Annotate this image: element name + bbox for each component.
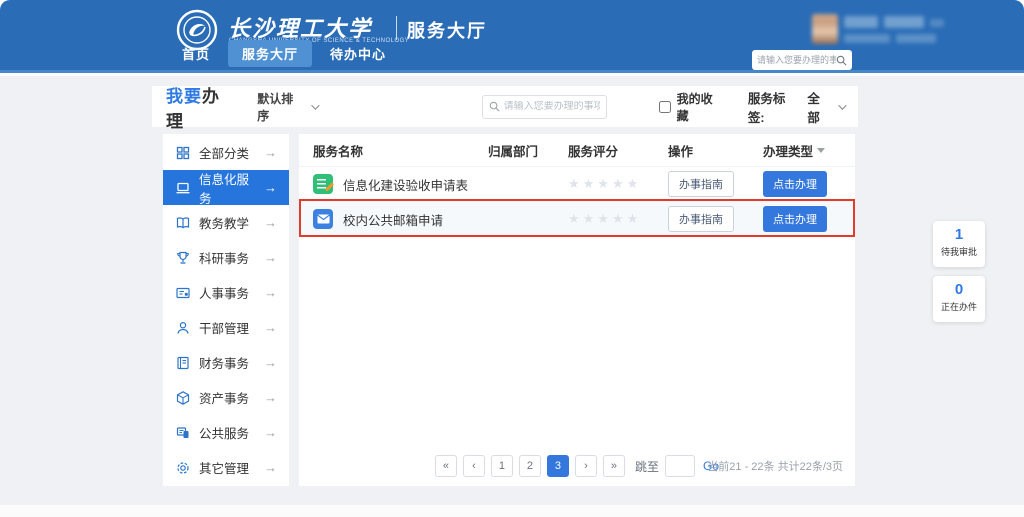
book-icon bbox=[175, 215, 191, 231]
redacted-text bbox=[844, 16, 878, 28]
last-page-button[interactable]: » bbox=[603, 455, 625, 477]
arrow-right-icon: → bbox=[264, 180, 277, 195]
arrow-right-icon: → bbox=[264, 215, 277, 230]
favorites-checkbox[interactable] bbox=[659, 101, 671, 113]
rating-stars[interactable]: ★★★★★ bbox=[568, 211, 668, 227]
next-page-button[interactable]: › bbox=[575, 455, 597, 477]
ledger-icon bbox=[175, 355, 191, 371]
col-rating: 服务评分 bbox=[568, 141, 668, 160]
table-row[interactable]: 校内公共邮箱申请 ★★★★★ 办事指南 点击办理 bbox=[299, 201, 855, 236]
pagination: « ‹ 1 2 3 › » 跳至 Go 当前21 - 22条 共计22条/3页 bbox=[299, 454, 855, 478]
sidebar-item-personnel-affairs[interactable]: 人事事务 → bbox=[163, 275, 289, 310]
nav-home[interactable]: 首页 bbox=[172, 40, 220, 67]
chevron-down-icon bbox=[311, 101, 319, 109]
search-icon bbox=[489, 101, 500, 112]
pending-approval-badge[interactable]: 1 待我审批 bbox=[933, 221, 985, 267]
service-search-box bbox=[482, 95, 607, 119]
jump-page-input[interactable] bbox=[665, 455, 695, 477]
redacted-text bbox=[844, 34, 890, 43]
service-list-card: 服务名称 归属部门 服务评分 操作 办理类型 信息化建设验收申请表 ★★★★★ … bbox=[299, 134, 855, 486]
redacted-text bbox=[884, 16, 924, 28]
nav-service-hall[interactable]: 服务大厅 bbox=[228, 40, 312, 67]
col-actions: 操作 bbox=[668, 141, 763, 160]
idcard-icon bbox=[175, 285, 191, 301]
grid-icon bbox=[175, 145, 191, 161]
jump-to-label: 跳至 bbox=[635, 458, 659, 475]
redacted-text bbox=[896, 34, 936, 43]
box-icon bbox=[175, 390, 191, 406]
header-search-input[interactable] bbox=[757, 55, 836, 65]
person-icon bbox=[175, 320, 191, 336]
arrow-right-icon: → bbox=[264, 145, 277, 160]
page-button-2[interactable]: 2 bbox=[519, 455, 541, 477]
nav-todo-center[interactable]: 待办中心 bbox=[320, 40, 396, 67]
chevron-down-icon bbox=[838, 101, 846, 109]
sidebar-item-cadre-management[interactable]: 干部管理 → bbox=[163, 310, 289, 345]
trophy-icon bbox=[175, 250, 191, 266]
apply-button[interactable]: 点击办理 bbox=[763, 206, 827, 232]
header: 长沙理工大学 CHANGSHA UNIVERSITY OF SCIENCE & … bbox=[0, 0, 1024, 73]
arrow-right-icon: → bbox=[264, 425, 277, 440]
sidebar-item-academic-affairs[interactable]: 教务教学 → bbox=[163, 205, 289, 240]
service-search-input[interactable] bbox=[504, 101, 600, 112]
page-button-3-active[interactable]: 3 bbox=[547, 455, 569, 477]
sidebar-item-other-management[interactable]: 其它管理 → bbox=[163, 450, 289, 485]
guide-button[interactable]: 办事指南 bbox=[668, 171, 734, 197]
category-sidebar: 全部分类 → 信息化服务 → 教务教学 → 科研事务 → 人事事务 → 干部管理… bbox=[163, 134, 289, 486]
arrow-right-icon: → bbox=[264, 285, 277, 300]
sort-dropdown[interactable]: 默认排序 bbox=[257, 90, 316, 124]
main-nav: 首页 服务大厅 待办中心 bbox=[172, 40, 396, 67]
arrow-right-icon: → bbox=[264, 460, 277, 475]
mail-icon bbox=[313, 209, 333, 229]
caret-down-icon bbox=[817, 148, 825, 153]
user-info-redacted[interactable] bbox=[812, 12, 942, 48]
toolbar: 我要办理 默认排序 我的收藏 服务标签: 全部 bbox=[152, 86, 858, 127]
search-icon[interactable] bbox=[836, 55, 847, 66]
rating-stars[interactable]: ★★★★★ bbox=[568, 176, 668, 192]
in-progress-badge[interactable]: 0 正在办件 bbox=[933, 276, 985, 322]
portal-title: 服务大厅 bbox=[407, 17, 487, 43]
header-search-box bbox=[752, 50, 852, 70]
guide-button[interactable]: 办事指南 bbox=[668, 206, 734, 232]
sidebar-item-it-services[interactable]: 信息化服务 → bbox=[163, 170, 289, 205]
col-process-type[interactable]: 办理类型 bbox=[763, 141, 841, 160]
sidebar-item-financial-affairs[interactable]: 财务事务 → bbox=[163, 345, 289, 380]
sidebar-item-asset-affairs[interactable]: 资产事务 → bbox=[163, 380, 289, 415]
arrow-right-icon: → bbox=[264, 355, 277, 370]
arrow-right-icon: → bbox=[264, 320, 277, 335]
apply-button[interactable]: 点击办理 bbox=[763, 171, 827, 197]
brand-divider bbox=[396, 16, 397, 40]
arrow-right-icon: → bbox=[264, 250, 277, 265]
prev-page-button[interactable]: ‹ bbox=[463, 455, 485, 477]
my-favorites-toggle[interactable]: 我的收藏 bbox=[659, 90, 724, 124]
sidebar-item-public-services[interactable]: 公共服务 → bbox=[163, 415, 289, 450]
page-button-1[interactable]: 1 bbox=[491, 455, 513, 477]
service-name-cell: 校内公共邮箱申请 bbox=[313, 209, 488, 229]
form-icon bbox=[313, 174, 333, 194]
laptop-icon bbox=[175, 180, 191, 196]
gear-icon bbox=[175, 460, 191, 476]
table-row[interactable]: 信息化建设验收申请表 ★★★★★ 办事指南 点击办理 bbox=[299, 166, 855, 201]
pagination-summary: 当前21 - 22条 共计22条/3页 bbox=[707, 458, 843, 474]
arrow-right-icon: → bbox=[264, 390, 277, 405]
sidebar-item-research-affairs[interactable]: 科研事务 → bbox=[163, 240, 289, 275]
table-header: 服务名称 归属部门 服务评分 操作 办理类型 bbox=[299, 134, 855, 166]
first-page-button[interactable]: « bbox=[435, 455, 457, 477]
avatar bbox=[812, 14, 838, 44]
sidebar-item-all-categories[interactable]: 全部分类 → bbox=[163, 135, 289, 170]
service-tags-dropdown[interactable]: 服务标签: 全部 bbox=[748, 88, 844, 126]
redacted-text bbox=[930, 19, 944, 27]
page-title: 我要办理 bbox=[166, 82, 237, 132]
col-service-name: 服务名称 bbox=[313, 141, 488, 160]
service-hall-page: 长沙理工大学 CHANGSHA UNIVERSITY OF SCIENCE & … bbox=[0, 0, 1024, 517]
building-icon bbox=[175, 425, 191, 441]
col-department: 归属部门 bbox=[488, 141, 568, 160]
service-name-cell: 信息化建设验收申请表 bbox=[313, 174, 488, 194]
